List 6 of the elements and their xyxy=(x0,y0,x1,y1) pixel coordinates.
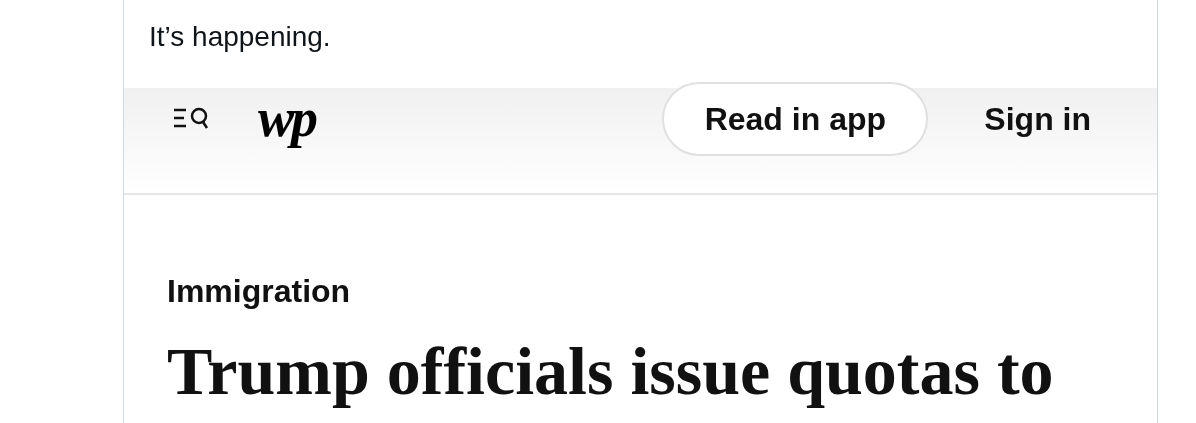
section-label[interactable]: Immigration xyxy=(167,271,1114,311)
site-logo[interactable]: wp xyxy=(258,90,316,146)
sign-in-button[interactable]: Sign in xyxy=(984,82,1091,156)
article-headline: Trump officials issue quotas to xyxy=(167,332,1055,411)
post-text: It’s happening. xyxy=(149,21,331,52)
read-in-app-button[interactable]: Read in app xyxy=(662,82,929,156)
